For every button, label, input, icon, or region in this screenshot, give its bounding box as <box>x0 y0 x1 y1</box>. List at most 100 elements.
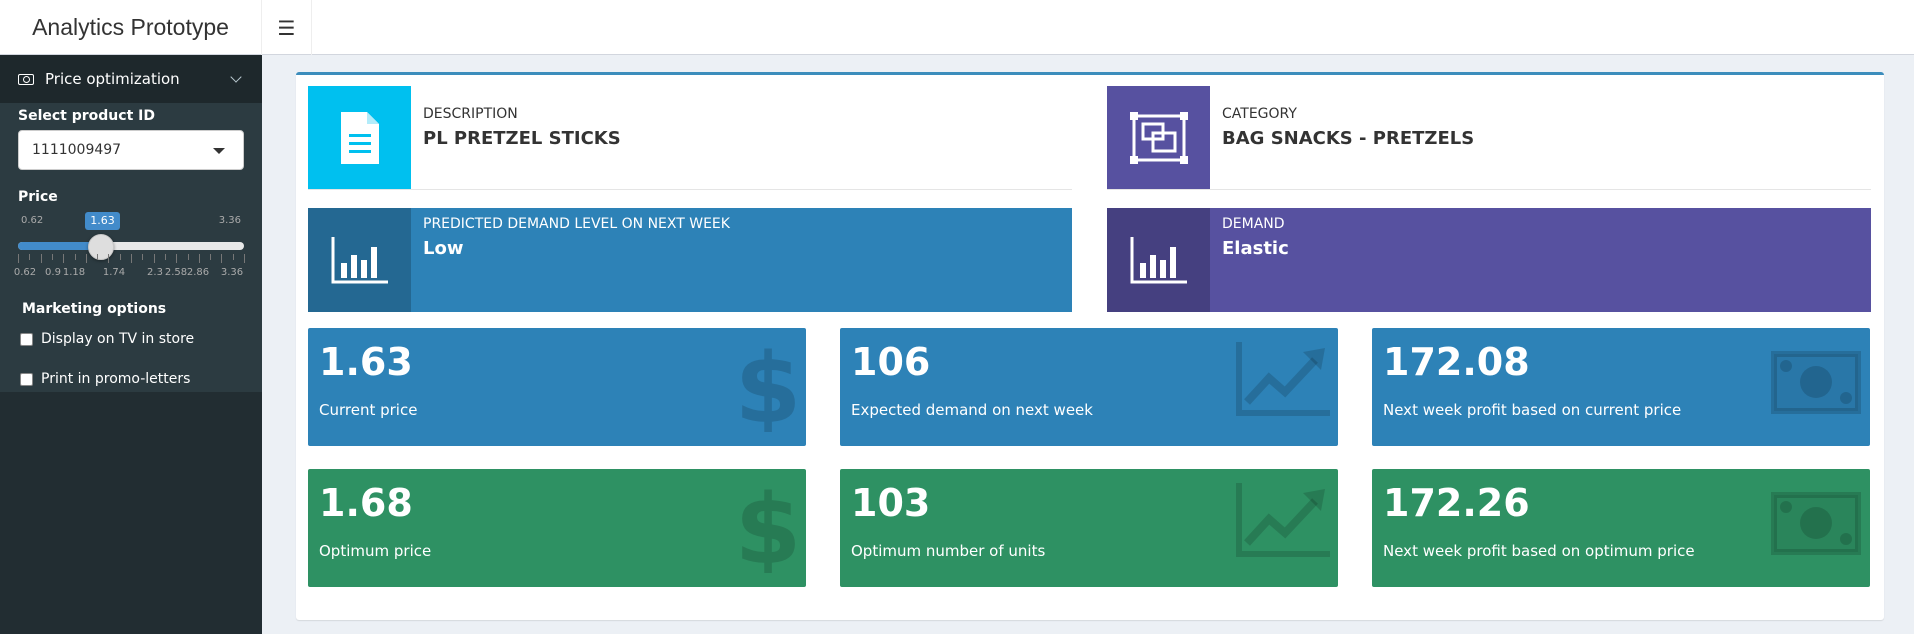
checkbox-box[interactable] <box>20 332 33 346</box>
sidebar-item-price-optimization[interactable]: Price optimization <box>0 55 262 103</box>
tick-label: 0.9 <box>45 267 61 278</box>
optimum-units-value: 103 <box>851 481 931 525</box>
sidebar-panel: Price optimization Select product ID 111… <box>0 55 262 392</box>
tick-label: 3.36 <box>220 267 244 278</box>
hamburger-icon: ☰ <box>277 15 296 40</box>
demand-caption: DEMAND <box>1222 216 1285 232</box>
slider-tick <box>165 254 166 260</box>
slider-tick <box>188 254 189 260</box>
line-chart-icon <box>1236 342 1330 416</box>
optimum-price-label: Optimum price <box>319 542 432 560</box>
slider-tick <box>108 254 109 263</box>
slider-tick <box>244 254 245 263</box>
current-price-label: Current price <box>319 401 418 419</box>
checkbox-box[interactable] <box>20 372 33 386</box>
current-price-box: 1.63 Current price $ <box>308 328 806 446</box>
sidebar: Price optimization Select product ID 111… <box>0 55 262 634</box>
optimum-units-box: 103 Optimum number of units <box>840 469 1338 587</box>
chevron-down-icon <box>230 71 242 83</box>
bar-chart-icon <box>1107 208 1210 312</box>
tick-label: 2.86 <box>186 267 210 278</box>
svg-text:$: $ <box>738 342 798 432</box>
svg-text:$: $ <box>738 483 798 573</box>
description-value: PL PRETZEL STICKS <box>423 128 621 149</box>
bar-chart-icon <box>308 208 411 312</box>
slider-handle[interactable] <box>88 234 115 260</box>
sidebar-item-label: Price optimization <box>45 70 180 88</box>
slider-min-label: 0.62 <box>21 215 44 226</box>
profit-optimum-box: 172.26 Next week profit based on optimum… <box>1372 469 1870 587</box>
checkbox-label: Print in promo-letters <box>41 371 191 387</box>
optimum-price-box: 1.68 Optimum price $ <box>308 469 806 587</box>
slider-tick <box>142 254 143 260</box>
tick-label: 2.3 <box>147 267 163 278</box>
header: Analytics Prototype ☰ <box>0 0 1914 55</box>
demand-level-caption: PREDICTED DEMAND LEVEL ON NEXT WEEK <box>423 216 730 232</box>
profit-optimum-label: Next week profit based on optimum price <box>1383 542 1695 560</box>
expected-demand-value: 106 <box>851 340 931 384</box>
product-id-label: Select product ID <box>18 108 155 124</box>
slider-tick <box>97 254 98 260</box>
tick-label: 0.62 <box>13 267 37 278</box>
description-info-box: DESCRIPTION PL PRETZEL STICKS <box>308 86 1072 190</box>
slider-tick <box>63 254 64 263</box>
slider-tick <box>120 254 121 260</box>
print-promo-letters-checkbox[interactable]: Print in promo-letters <box>20 371 190 387</box>
expected-demand-label: Expected demand on next week <box>851 401 1093 419</box>
demand-level-info-box: PREDICTED DEMAND LEVEL ON NEXT WEEK Low <box>308 208 1072 312</box>
demand-value: Elastic <box>1222 238 1289 259</box>
price-slider[interactable]: 0.62 3.36 1.63 0.62 0.9 1.18 1.74 2.3 2.… <box>14 212 245 285</box>
slider-tick <box>29 254 30 260</box>
optimum-price-value: 1.68 <box>319 481 413 525</box>
slider-tick <box>52 254 53 260</box>
slider-tick <box>86 254 87 263</box>
checkbox-label: Display on TV in store <box>41 331 195 347</box>
category-info-box: CATEGORY BAG SNACKS - PRETZELS <box>1107 86 1871 190</box>
category-caption: CATEGORY <box>1222 106 1297 122</box>
slider-value-bubble: 1.63 <box>85 212 120 230</box>
caret-down-icon <box>213 148 225 154</box>
slider-tick <box>18 254 19 263</box>
main-box: DESCRIPTION PL PRETZEL STICKS CATEGORY B… <box>296 72 1884 620</box>
line-chart-icon <box>1236 483 1330 557</box>
profit-current-box: 172.08 Next week profit based on current… <box>1372 328 1870 446</box>
product-id-select[interactable]: 1111009497 <box>18 130 244 170</box>
profit-current-value: 172.08 <box>1383 340 1530 384</box>
slider-tick <box>221 254 222 263</box>
dollar-icon: $ <box>738 342 798 432</box>
demand-level-value: Low <box>423 238 464 259</box>
slider-tick <box>131 254 132 263</box>
display-on-tv-checkbox[interactable]: Display on TV in store <box>20 331 194 347</box>
slider-track[interactable] <box>18 242 244 250</box>
tick-label: 1.18 <box>62 267 86 278</box>
slider-tick <box>41 254 42 263</box>
tick-label: 1.74 <box>102 267 126 278</box>
product-id-value: 1111009497 <box>32 142 122 158</box>
tick-label: 2.58 <box>164 267 188 278</box>
slider-tick <box>233 254 234 260</box>
price-label: Price <box>18 189 58 205</box>
marketing-options-label: Marketing options <box>22 301 167 317</box>
dollar-icon: $ <box>738 483 798 573</box>
slider-tick <box>75 254 76 260</box>
expected-demand-box: 106 Expected demand on next week <box>840 328 1338 446</box>
slider-max-label: 3.36 <box>218 215 241 226</box>
money-icon <box>1771 351 1861 414</box>
optimum-units-label: Optimum number of units <box>851 542 1046 560</box>
money-icon <box>1771 492 1861 555</box>
slider-tick <box>154 254 155 263</box>
profit-current-label: Next week profit based on current price <box>1383 401 1682 419</box>
sidebar-toggle-button[interactable]: ☰ <box>262 0 312 55</box>
description-caption: DESCRIPTION <box>423 106 518 122</box>
slider-tick <box>210 254 211 260</box>
file-text-icon <box>308 86 411 189</box>
money-icon <box>18 73 34 85</box>
object-group-icon <box>1107 86 1210 189</box>
demand-info-box: DEMAND Elastic <box>1107 208 1871 312</box>
slider-tick <box>176 254 177 263</box>
category-value: BAG SNACKS - PRETZELS <box>1222 128 1475 149</box>
current-price-value: 1.63 <box>319 340 413 384</box>
slider-tick <box>199 254 200 263</box>
profit-optimum-value: 172.26 <box>1383 481 1530 525</box>
app-title[interactable]: Analytics Prototype <box>0 0 262 55</box>
